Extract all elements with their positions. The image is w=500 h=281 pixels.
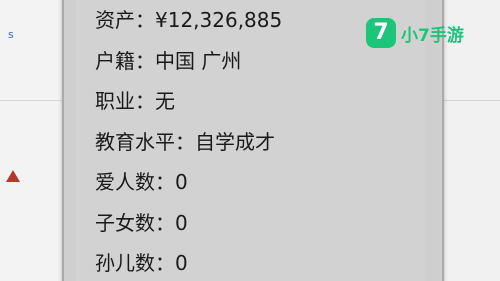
background-divider-right — [440, 100, 500, 101]
household-registration-row: 户籍：中国 广州 — [95, 48, 242, 73]
education-level-row: 教育水平：自学成才 — [95, 129, 275, 154]
spouse-count-row: 爱人数：0 — [95, 170, 188, 194]
assets-row: 资产：¥12,326,885 — [95, 8, 283, 32]
watermark-logo-icon: 7 — [366, 18, 396, 48]
grandchildren-count-row: 孙儿数：0 — [95, 251, 188, 275]
watermark-text: 小7手游 — [401, 25, 464, 46]
background-left-panel — [0, 0, 62, 281]
warning-icon — [6, 170, 20, 182]
background-divider-left — [0, 100, 62, 101]
occupation-row: 职业：无 — [95, 89, 175, 113]
site-watermark: 7 小7手游 — [366, 18, 464, 48]
children-count-row: 子女数：0 — [95, 210, 188, 235]
background-left-mark: s — [8, 28, 14, 41]
profile-info-list: 资产：¥12,326,885 户籍：中国 广州 职业：无 教育水平：自学成才 爱… — [95, 0, 282, 281]
